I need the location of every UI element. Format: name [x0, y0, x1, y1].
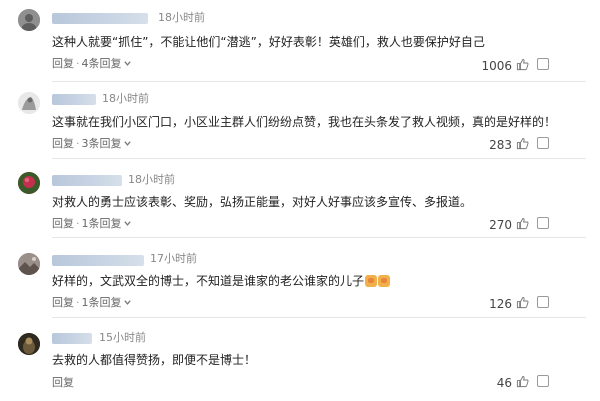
like-count: 126 — [489, 297, 512, 311]
reply-button[interactable]: 回复 — [52, 376, 74, 389]
chevron-down-icon — [123, 141, 131, 146]
emoji-thumbs-icon — [378, 275, 391, 287]
chevron-down-icon — [123, 221, 131, 226]
username-blurred[interactable] — [52, 94, 96, 105]
like-count: 283 — [489, 138, 512, 152]
comment-time: 17小时前 — [150, 252, 197, 265]
comment-time: 15小时前 — [99, 331, 146, 344]
view-replies-button[interactable]: 1条回复 — [82, 296, 132, 309]
replies-count: 4条回复 — [81, 57, 122, 70]
like-count: 46 — [496, 376, 512, 390]
comment-time: 18小时前 — [158, 11, 205, 24]
reply-row: 回复 — [52, 376, 74, 390]
comment-text: 去救的人都值得赞扬，即便不是博士！ — [52, 353, 257, 367]
username-blurred[interactable] — [52, 175, 122, 186]
comment-time: 18小时前 — [128, 173, 175, 186]
comment-text-body: 好样的，文武双全的博士，不知道是谁家的老公谁家的儿子 — [52, 274, 365, 288]
view-replies-button[interactable]: 4条回复 — [82, 57, 132, 70]
user-avatar-icon — [18, 253, 40, 275]
username-blurred[interactable] — [52, 255, 144, 266]
separator-dot: · — [76, 57, 80, 70]
view-replies-button[interactable]: 1条回复 — [82, 217, 132, 230]
avatar[interactable] — [18, 172, 40, 194]
replies-count: 1条回复 — [81, 296, 122, 309]
comment-item: 18小时前 这种人就要“抓住”，不能让他们“潜逃”，好好表彰！英雄们，救人也要保… — [0, 0, 600, 82]
user-avatar-icon — [18, 92, 40, 114]
comment-time: 18小时前 — [102, 92, 149, 105]
user-avatar-icon — [18, 172, 40, 194]
comment-text: 好样的，文武双全的博士，不知道是谁家的老公谁家的儿子 — [52, 273, 391, 289]
thumbs-up-icon[interactable] — [516, 375, 529, 388]
more-options-button[interactable] — [537, 296, 549, 308]
avatar[interactable] — [18, 333, 40, 355]
comment-text: 对救人的勇士应该表彰、奖励，弘扬正能量，对好人好事应该多宣传、多报道。 — [52, 195, 473, 209]
thumbs-up-icon[interactable] — [516, 217, 529, 230]
separator-dot: · — [76, 296, 80, 309]
comment-text: 这事就在我们小区门口，小区业主群人们纷纷点赞，我也在头条发了救人视频，真的是好样… — [52, 115, 557, 129]
replies-count: 1条回复 — [81, 217, 122, 230]
reply-row: 回复 · 1条回复 — [52, 217, 132, 231]
reply-button[interactable]: 回复 — [52, 57, 74, 70]
reply-row: 回复 · 4条回复 — [52, 57, 132, 71]
avatar[interactable] — [18, 253, 40, 275]
emoji-thumbs-icon — [365, 275, 378, 287]
separator-dot: · — [76, 137, 80, 150]
view-replies-button[interactable]: 3条回复 — [82, 137, 132, 150]
more-options-button[interactable] — [537, 137, 549, 149]
like-count: 270 — [489, 218, 512, 232]
thumbs-up-icon[interactable] — [516, 137, 529, 150]
more-options-button[interactable] — [537, 375, 549, 387]
username-blurred[interactable] — [52, 333, 92, 344]
replies-count: 3条回复 — [81, 137, 122, 150]
more-options-button[interactable] — [537, 217, 549, 229]
reply-button[interactable]: 回复 — [52, 296, 74, 309]
reply-button[interactable]: 回复 — [52, 217, 74, 230]
chevron-down-icon — [123, 300, 131, 305]
comment-item: 15小时前 去救的人都值得赞扬，即便不是博士！ 回复 46 — [0, 318, 600, 401]
comment-text: 这种人就要“抓住”，不能让他们“潜逃”，好好表彰！英雄们，救人也要保护好自己 — [52, 35, 485, 49]
comment-list: 18小时前 这种人就要“抓住”，不能让他们“潜逃”，好好表彰！英雄们，救人也要保… — [0, 0, 600, 401]
reply-row: 回复 · 1条回复 — [52, 296, 132, 310]
more-options-button[interactable] — [537, 58, 549, 70]
username-blurred[interactable] — [52, 13, 148, 24]
avatar[interactable] — [18, 92, 40, 114]
comment-item: 17小时前 好样的，文武双全的博士，不知道是谁家的老公谁家的儿子 回复 · 1条回复… — [0, 238, 600, 318]
user-avatar-icon — [18, 333, 40, 355]
separator-dot: · — [76, 217, 80, 230]
reply-row: 回复 · 3条回复 — [52, 137, 132, 151]
thumbs-up-icon[interactable] — [516, 58, 529, 71]
like-count: 1006 — [481, 59, 512, 73]
avatar[interactable] — [18, 9, 40, 31]
chevron-down-icon — [123, 61, 131, 66]
comment-item: 18小时前 这事就在我们小区门口，小区业主群人们纷纷点赞，我也在头条发了救人视频… — [0, 82, 600, 159]
thumbs-up-icon[interactable] — [516, 296, 529, 309]
user-avatar-icon — [18, 9, 40, 31]
reply-button[interactable]: 回复 — [52, 137, 74, 150]
comment-item: 18小时前 对救人的勇士应该表彰、奖励，弘扬正能量，对好人好事应该多宣传、多报道… — [0, 159, 600, 238]
